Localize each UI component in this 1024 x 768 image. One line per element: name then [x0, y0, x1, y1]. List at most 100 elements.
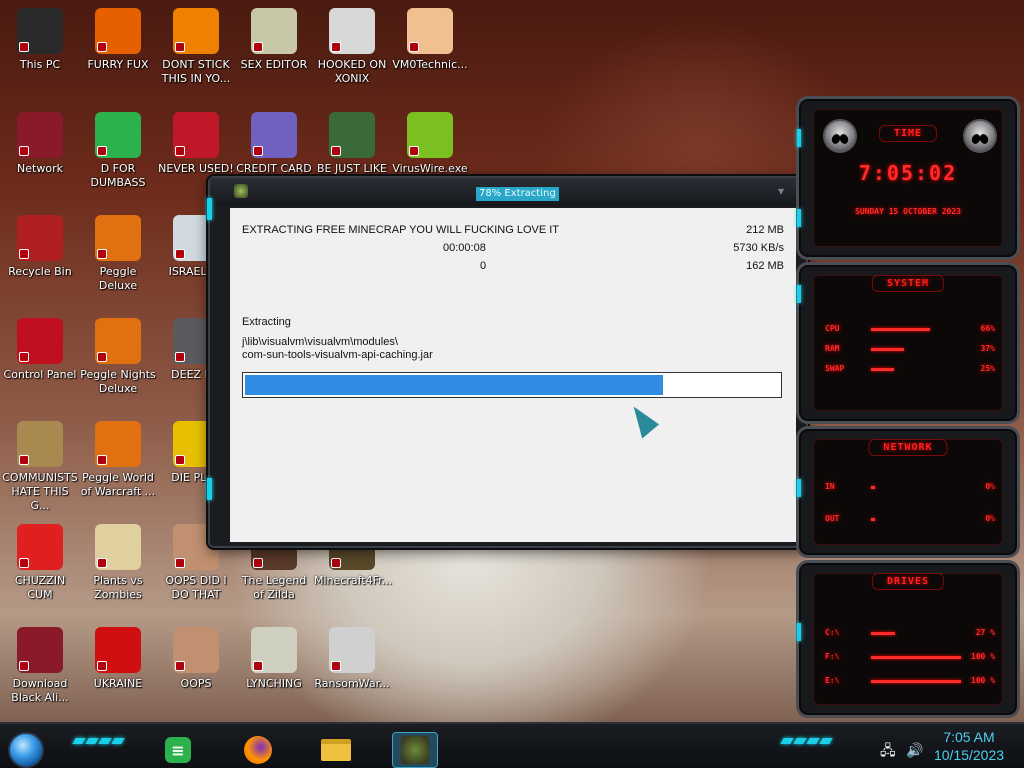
stat-value: 100 % [970, 652, 995, 661]
stat-value: 100 % [970, 676, 995, 685]
desktop-icon[interactable]: CREDIT CARD [234, 112, 314, 176]
desktop-icon-label: FURRY FUX [87, 58, 149, 71]
lime-icon [407, 112, 453, 158]
desktop-icon[interactable]: NEVER USED! [156, 112, 236, 176]
stat-row: CPU 66% [825, 323, 995, 335]
shortcut-badge-icon [253, 42, 263, 52]
desktop-icon-label: DONT STICK THIS IN YO... [161, 58, 231, 85]
desktop-icon-label: OOPS [180, 677, 212, 690]
shortcut-badge-icon [19, 558, 29, 568]
minecraft-icon [401, 736, 429, 764]
desktop-icon-label: Control Panel [3, 368, 77, 381]
desktop-icon[interactable]: FURRY FUX [78, 8, 158, 72]
feedly-icon [95, 112, 141, 158]
stat-name: CPU [825, 324, 840, 333]
shortcut-badge-icon [97, 42, 107, 52]
stat-value: 27 % [975, 628, 995, 637]
desktop-icon[interactable]: CHUZZIN CUM [0, 524, 80, 602]
flower-icon [95, 524, 141, 570]
desktop-icon-label: Plants vs Zombies [93, 574, 143, 601]
stat-row: OUT 0% [825, 513, 995, 525]
taskbar-file-explorer[interactable] [316, 732, 356, 768]
trash-icon [17, 215, 63, 261]
shortcut-badge-icon [331, 42, 341, 52]
desktop-icon[interactable]: HOOKED ON XONIX [312, 8, 392, 86]
stat-bar [871, 656, 961, 659]
stat-name: E:\ [825, 676, 840, 685]
drives-panel: DRIVES C:\ 27 % F:\ 100 % E:\ 100 % [796, 560, 1020, 718]
desktop-icon[interactable]: Control Panel [0, 318, 80, 382]
desktop-icon[interactable]: Download Black Ali... [0, 627, 80, 705]
current-path-line-2: com-sun-tools-visualvm-api-caching.jar [242, 349, 433, 361]
shortcut-badge-icon [175, 42, 185, 52]
desktop-icon-label: Download Black Ali... [11, 677, 69, 704]
desktop-icon-label: OOPS DID I DO THAT [165, 574, 227, 601]
speed: 5730 KB/s [733, 242, 784, 254]
desktop-icon-label: Network [17, 162, 63, 175]
desktop-icon[interactable]: D FOR DUMBASS [78, 112, 158, 190]
desktop-icon[interactable]: COMMUNISTS HATE THIS G... [0, 421, 80, 513]
network-icon[interactable]: 🖧 [880, 743, 896, 759]
stat-bar [871, 680, 961, 683]
network-header: NETWORK [868, 439, 948, 456]
desktop-icon[interactable]: Network [0, 112, 80, 176]
taskbar-time: 7:05 AM [943, 729, 995, 745]
desktop-icon[interactable]: VM0Technic... [390, 8, 470, 72]
desktop-icon-label: VirusWire.exe [392, 162, 468, 175]
shortcut-badge-icon [175, 249, 185, 259]
taskbar-clock[interactable]: 7:05 AM 10/15/2023 [924, 728, 1014, 764]
system-header: SYSTEM [871, 275, 945, 292]
panel-led [797, 479, 801, 497]
system-panel: SYSTEM CPU 66% RAM 37% SWAP 25% [796, 262, 1020, 424]
desktop-icon-label: COMMUNISTS HATE THIS G... [2, 471, 78, 512]
desktop-icon[interactable]: UKRAINE [78, 627, 158, 691]
stat-name: SWAP [825, 364, 845, 373]
feedly-icon: ≡ [165, 737, 191, 763]
desktop-icon[interactable]: SEX EDITOR [234, 8, 314, 72]
alien-head-icon [963, 119, 997, 153]
extract-window[interactable]: 78% Extracting ▾ EXTRACTING FREE MINECRA… [207, 176, 809, 548]
start-button[interactable] [8, 732, 44, 768]
vlc-cone-icon [173, 8, 219, 54]
network-panel: NETWORK IN 0% OUT 0% [796, 426, 1020, 558]
desktop-icon[interactable]: Plants vs Zombies [78, 524, 158, 602]
chevron-down-icon[interactable]: ▾ [778, 184, 784, 198]
total-size: 212 MB [746, 224, 784, 236]
shortcut-badge-icon [331, 558, 341, 568]
stat-row: RAM 37% [825, 343, 995, 355]
desktop-icon[interactable]: This PC [0, 8, 80, 72]
shortcut-badge-icon [175, 661, 185, 671]
credit-card-icon [251, 112, 297, 158]
volume-icon[interactable]: 🔊 [906, 743, 923, 759]
desktop-icon[interactable]: RansomWar... [312, 627, 392, 691]
window-titlebar[interactable]: 78% Extracting ▾ [210, 178, 806, 206]
desktop-icon[interactable]: LYNCHING [234, 627, 314, 691]
desktop-icon[interactable]: VirusWire.exe [390, 112, 470, 176]
desktop-icon[interactable]: Recycle Bin [0, 215, 80, 279]
desktop-icon[interactable]: Peggle World of Warcraft ... [78, 421, 158, 499]
desktop-icon-label: UKRAINE [93, 677, 143, 690]
stat-bar [871, 632, 896, 635]
panel-led [797, 129, 801, 147]
desktop-icon-label: LYNCHING [246, 677, 302, 690]
desktop-icon-label: Peggle Deluxe [98, 265, 138, 292]
desktop-icon[interactable]: Peggle Deluxe [78, 215, 158, 293]
taskbar-feedly[interactable]: ≡ [158, 732, 198, 768]
desktop-icon-label: Recycle Bin [8, 265, 72, 278]
shortcut-badge-icon [97, 558, 107, 568]
desktop-icon[interactable]: DONT STICK THIS IN YO... [156, 8, 236, 86]
badge-icon [251, 627, 297, 673]
peggle-icon [95, 421, 141, 467]
stat-name: IN [825, 482, 835, 491]
desktop-icon-label: SEX EDITOR [240, 58, 308, 71]
current-path-line-1: j\lib\visualvm\visualvm\modules\ [242, 336, 398, 348]
desktop-icon[interactable]: OOPS [156, 627, 236, 691]
taskbar-minecraft[interactable] [392, 732, 438, 768]
window-led-left-top [207, 198, 212, 220]
taskbar-firefox[interactable] [238, 732, 278, 768]
desktop-icon[interactable]: Peggle Nights Deluxe [78, 318, 158, 396]
remaining-time: 0 [480, 260, 487, 272]
time-header: TIME [878, 125, 938, 142]
desktop-icon[interactable]: BE JUST LIKE [312, 112, 392, 176]
stat-row: F:\ 100 % [825, 651, 995, 663]
